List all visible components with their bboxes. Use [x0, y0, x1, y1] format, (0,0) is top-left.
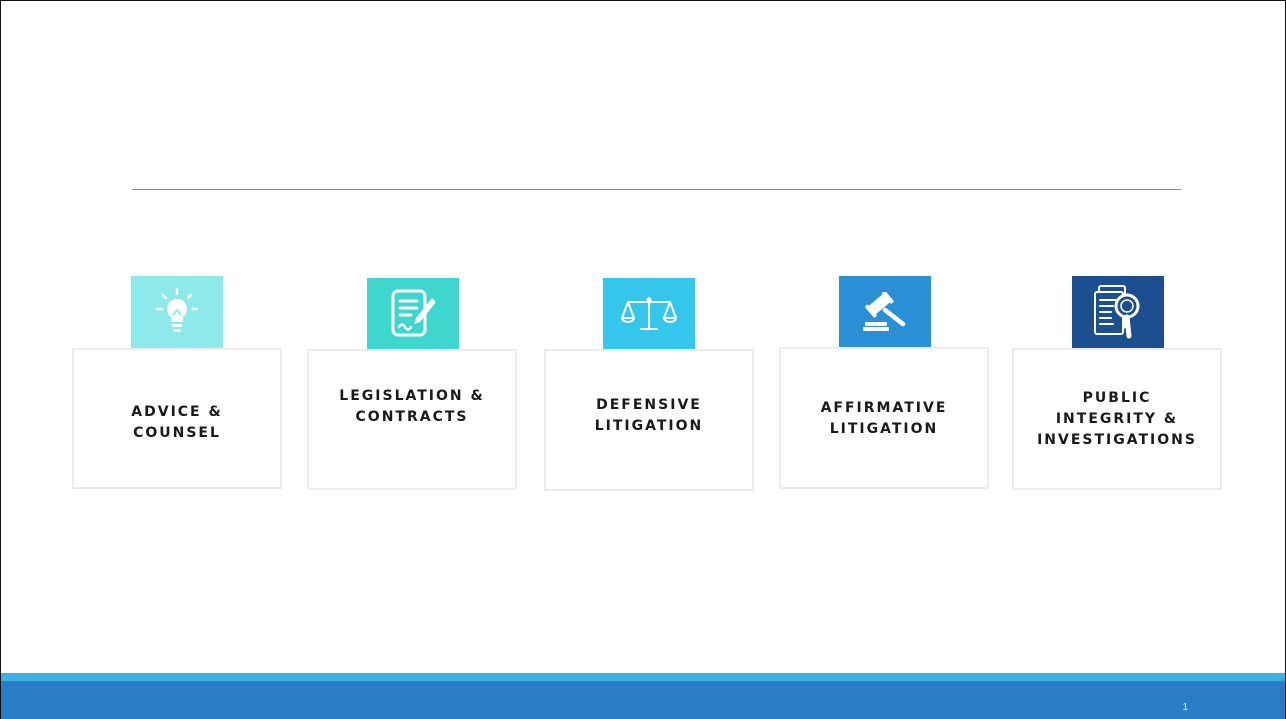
card-label: LEGISLATION & CONTRACTS — [339, 387, 485, 425]
footer-bar — [1, 681, 1285, 719]
legislation-icon-tile — [367, 278, 459, 350]
defensive-icon-tile — [603, 278, 695, 350]
scales-icon — [620, 297, 678, 330]
public-integrity-icon-tile — [1072, 276, 1164, 348]
page-number: 1 — [1182, 702, 1188, 713]
title-divider — [132, 189, 1181, 190]
card-box: LEGISLATION & CONTRACTS — [307, 349, 517, 490]
card-box: AFFIRMATIVE LITIGATION — [779, 347, 989, 489]
card-label: AFFIRMATIVE LITIGATION — [820, 400, 948, 437]
footer-accent-stripe — [1, 673, 1285, 681]
card-label: PUBLIC INTEGRITY & INVESTIGATIONS — [1037, 389, 1197, 448]
card-label: DEFENSIVE LITIGATION — [594, 397, 704, 434]
lightbulb-icon — [155, 287, 199, 332]
card-box: ADVICE & COUNSEL — [72, 348, 282, 489]
advice-icon-tile — [131, 276, 223, 348]
gavel-icon — [863, 292, 906, 331]
card-label: ADVICE & COUNSEL — [131, 403, 223, 441]
slide: ADVICE & COUNSEL LEGISLATION & CONTRACTS — [0, 0, 1286, 719]
card-box: DEFENSIVE LITIGATION — [544, 349, 754, 491]
affirmative-icon-tile — [839, 276, 931, 348]
document-pen-icon — [391, 289, 436, 337]
card-box: PUBLIC INTEGRITY & INVESTIGATIONS — [1012, 348, 1222, 490]
document-magnifier-icon — [1094, 285, 1140, 339]
